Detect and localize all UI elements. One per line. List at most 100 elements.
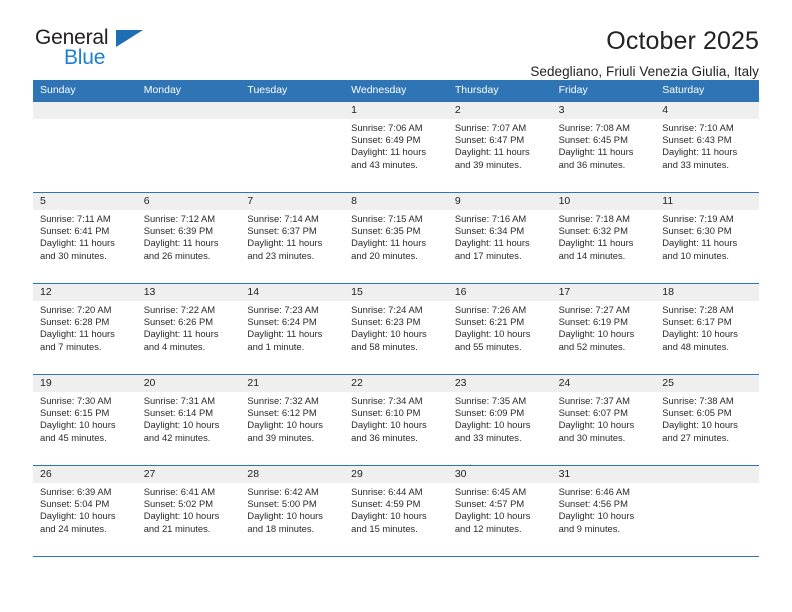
sunset-text: Sunset: 6:28 PM (40, 316, 110, 328)
generalblue-logo[interactable]: General Blue (33, 26, 163, 72)
sun-info: Sunrise: 7:31 AM Sunset: 6:14 PM Daylight:… (137, 392, 241, 444)
calendar-day-cell[interactable]: 25 Sunrise: 7:38 AM Sunset: 6:05 PM Dayligh… (655, 375, 759, 465)
calendar-day-cell[interactable]: 10 Sunrise: 7:18 AM Sunset: 6:32 PM Dayligh… (551, 193, 656, 283)
daylight-text: Daylight: 10 hours and 42 minutes. (143, 419, 220, 443)
calendar-day-cell[interactable]: 8 Sunrise: 7:15 AM Sunset: 6:35 PM Daylight… (344, 193, 448, 283)
daylight-text: Daylight: 10 hours and 39 minutes. (247, 419, 323, 443)
sunrise-text: Sunrise: 7:16 AM (454, 213, 527, 224)
sun-info: Sunrise: 7:38 AM Sunset: 6:05 PM Daylight:… (655, 392, 759, 444)
daylight-text: Daylight: 10 hours and 58 minutes. (351, 328, 427, 352)
sunrise-text: Sunrise: 7:14 AM (247, 213, 319, 224)
logo-text-blue: Blue (64, 46, 106, 69)
sun-info: Sunrise: 7:14 AM Sunset: 6:37 PM Daylight:… (240, 210, 344, 262)
sunset-text: Sunset: 6:30 PM (662, 225, 732, 237)
calendar-day-cell[interactable]: 14 Sunrise: 7:23 AM Sunset: 6:24 PM Dayligh… (240, 284, 345, 374)
daylight-text: Daylight: 10 hours and 21 minutes. (143, 510, 220, 534)
sunrise-text: Sunrise: 7:20 AM (40, 304, 112, 315)
sunset-text: Sunset: 6:24 PM (247, 316, 317, 328)
calendar-day-cell[interactable]: 4 Sunrise: 7:10 AM Sunset: 6:43 PM Daylight… (655, 102, 759, 192)
calendar-day-cell[interactable]: 1 Sunrise: 7:06 AM Sunset: 6:49 PM Daylight… (344, 102, 448, 192)
sunrise-text: Sunrise: 7:24 AM (351, 304, 423, 315)
sun-info: Sunrise: 7:28 AM Sunset: 6:17 PM Daylight:… (655, 301, 759, 353)
day-number: 30 (447, 466, 552, 483)
daylight-text: Daylight: 11 hours and 23 minutes. (247, 237, 323, 261)
sun-info: Sunrise: 7:08 AM Sunset: 6:45 PM Daylight:… (552, 119, 656, 171)
calendar-day-cell[interactable]: 28 Sunrise: 6:42 AM Sunset: 5:00 PM Dayligh… (240, 466, 345, 556)
sunrise-text: Sunrise: 6:42 AM (247, 486, 319, 497)
sunset-text: Sunset: 6:09 PM (454, 407, 525, 419)
page-title: October 2025 (606, 27, 759, 55)
day-number: 8 (344, 193, 448, 210)
sunrise-text: Sunrise: 7:31 AM (143, 395, 216, 406)
calendar-day-cell[interactable]: 13 Sunrise: 7:22 AM Sunset: 6:26 PM Dayligh… (136, 284, 241, 374)
calendar-day-cell[interactable]: 27 Sunrise: 6:41 AM Sunset: 5:02 PM Dayligh… (136, 466, 241, 556)
daylight-text: Daylight: 10 hours and 55 minutes. (454, 328, 531, 352)
calendar-day-cell[interactable]: 31 Sunrise: 6:46 AM Sunset: 4:56 PM Dayligh… (551, 466, 656, 556)
calendar-day-cell[interactable]: 21 Sunrise: 7:32 AM Sunset: 6:12 PM Dayligh… (240, 375, 345, 465)
sun-info: Sunrise: 7:18 AM Sunset: 6:32 PM Daylight:… (552, 210, 656, 262)
calendar-day-cell[interactable]: 9 Sunrise: 7:16 AM Sunset: 6:34 PM Daylight… (447, 193, 552, 283)
day-number (136, 102, 241, 119)
day-number: 3 (551, 102, 656, 119)
sun-info: Sunrise: 7:20 AM Sunset: 6:28 PM Daylight:… (33, 301, 137, 353)
calendar-day-cell[interactable]: 22 Sunrise: 7:34 AM Sunset: 6:10 PM Dayligh… (344, 375, 448, 465)
sunrise-text: Sunrise: 7:07 AM (454, 122, 527, 133)
sunset-text: Sunset: 6:26 PM (143, 316, 214, 328)
calendar-day-cell[interactable]: 24 Sunrise: 7:37 AM Sunset: 6:07 PM Dayligh… (551, 375, 656, 465)
calendar-day-cell[interactable]: 5 Sunrise: 7:11 AM Sunset: 6:41 PM Daylight… (33, 193, 137, 283)
sunrise-text: Sunrise: 7:10 AM (662, 122, 734, 133)
calendar-week-row: 19 Sunrise: 7:30 AM Sunset: 6:15 PM Dayligh… (33, 374, 759, 465)
daylight-text: Daylight: 11 hours and 43 minutes. (351, 146, 427, 170)
daylight-text: Daylight: 10 hours and 52 minutes. (558, 328, 635, 352)
calendar-day-cell[interactable]: 12 Sunrise: 7:20 AM Sunset: 6:28 PM Dayligh… (33, 284, 137, 374)
calendar-body: 1 Sunrise: 7:06 AM Sunset: 6:49 PM Daylight… (33, 101, 759, 557)
title-block: October 2025 Sedegliano, Friuli Venezia … (163, 26, 759, 82)
calendar-day-cell[interactable]: 3 Sunrise: 7:08 AM Sunset: 6:45 PM Daylight… (551, 102, 656, 192)
calendar-day-cell[interactable]: 26 Sunrise: 6:39 AM Sunset: 5:04 PM Dayligh… (33, 466, 137, 556)
sunrise-text: Sunrise: 6:46 AM (558, 486, 630, 497)
calendar-day-cell[interactable]: 7 Sunrise: 7:14 AM Sunset: 6:37 PM Daylight… (240, 193, 345, 283)
sun-info: Sunrise: 7:27 AM Sunset: 6:19 PM Daylight:… (552, 301, 656, 353)
day-number: 12 (33, 284, 137, 301)
calendar-day-cell[interactable]: 2 Sunrise: 7:07 AM Sunset: 6:47 PM Daylight… (447, 102, 552, 192)
sun-info: Sunrise: 7:24 AM Sunset: 6:23 PM Daylight:… (344, 301, 448, 353)
sunset-text: Sunset: 6:47 PM (454, 134, 525, 146)
sun-info: Sunrise: 7:16 AM Sunset: 6:34 PM Daylight:… (448, 210, 552, 262)
page-header: General Blue October 2025 Sedegliano, Fr… (0, 0, 792, 79)
daylight-text: Daylight: 10 hours and 27 minutes. (662, 419, 738, 443)
calendar-day-cell[interactable]: 6 Sunrise: 7:12 AM Sunset: 6:39 PM Daylight… (136, 193, 241, 283)
sunrise-text: Sunrise: 7:18 AM (558, 213, 630, 224)
calendar-day-cell[interactable]: 20 Sunrise: 7:31 AM Sunset: 6:14 PM Dayligh… (136, 375, 241, 465)
day-number: 29 (344, 466, 448, 483)
daylight-text: Daylight: 10 hours and 30 minutes. (558, 419, 635, 443)
weekday-header-wednesday: Wednesday (351, 84, 407, 96)
daylight-text: Daylight: 10 hours and 12 minutes. (454, 510, 531, 534)
calendar-day-cell[interactable]: 30 Sunrise: 6:45 AM Sunset: 4:57 PM Dayligh… (447, 466, 552, 556)
day-number (240, 102, 345, 119)
day-number: 25 (655, 375, 759, 392)
day-number: 28 (240, 466, 345, 483)
day-number: 19 (33, 375, 137, 392)
calendar-day-cell[interactable]: 15 Sunrise: 7:24 AM Sunset: 6:23 PM Dayligh… (344, 284, 448, 374)
weekday-header-monday: Monday (143, 84, 182, 96)
calendar-day-cell[interactable]: 16 Sunrise: 7:26 AM Sunset: 6:21 PM Dayligh… (447, 284, 552, 374)
sunset-text: Sunset: 6:23 PM (351, 316, 421, 328)
sun-info: Sunrise: 6:39 AM Sunset: 5:04 PM Daylight:… (33, 483, 137, 535)
calendar-day-cell[interactable]: 23 Sunrise: 7:35 AM Sunset: 6:09 PM Dayligh… (447, 375, 552, 465)
sunset-text: Sunset: 6:45 PM (558, 134, 628, 146)
sunset-text: Sunset: 4:56 PM (558, 498, 628, 510)
calendar-day-cell[interactable]: 29 Sunrise: 6:44 AM Sunset: 4:59 PM Dayligh… (344, 466, 448, 556)
calendar-day-cell[interactable]: 18 Sunrise: 7:28 AM Sunset: 6:17 PM Dayligh… (655, 284, 759, 374)
sunset-text: Sunset: 5:00 PM (247, 498, 317, 510)
weekday-header-row: Sunday Monday Tuesday Wednesday Thursday Frid… (33, 80, 759, 101)
sun-info: Sunrise: 7:23 AM Sunset: 6:24 PM Daylight:… (240, 301, 344, 353)
sun-info: Sunrise: 6:41 AM Sunset: 5:02 PM Daylight:… (137, 483, 241, 535)
sun-info: Sunrise: 6:44 AM Sunset: 4:59 PM Daylight:… (344, 483, 448, 535)
calendar-day-cell[interactable]: 19 Sunrise: 7:30 AM Sunset: 6:15 PM Dayligh… (33, 375, 137, 465)
sun-info: Sunrise: 7:22 AM Sunset: 6:26 PM Daylight:… (137, 301, 241, 353)
day-number: 20 (136, 375, 241, 392)
calendar-day-cell[interactable]: 11 Sunrise: 7:19 AM Sunset: 6:30 PM Dayligh… (655, 193, 759, 283)
calendar-day-cell[interactable]: 17 Sunrise: 7:27 AM Sunset: 6:19 PM Dayligh… (551, 284, 656, 374)
sun-info: Sunrise: 7:26 AM Sunset: 6:21 PM Daylight:… (448, 301, 552, 353)
weekday-header-saturday: Saturday (662, 84, 705, 96)
